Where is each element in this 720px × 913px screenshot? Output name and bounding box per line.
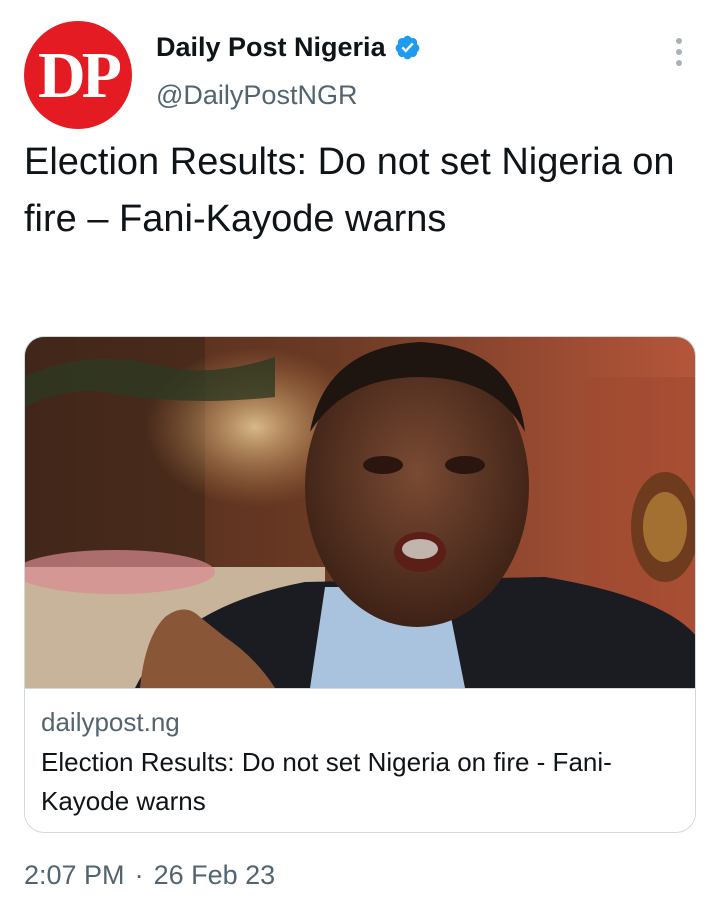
more-options-icon[interactable]: [664, 34, 694, 70]
card-domain: dailypost.ng: [41, 707, 180, 737]
tweet-text: Election Results: Do not set Nigeria on …: [24, 141, 675, 240]
tweet-timestamp[interactable]: 2:07 PM · 26 Feb 23: [24, 860, 275, 891]
card-thumbnail-image: [25, 337, 695, 688]
link-preview-card[interactable]: dailypost.ng Election Results: Do not se…: [24, 336, 696, 833]
verified-badge-icon: [395, 35, 419, 60]
tweet-time: 2:07 PM: [24, 860, 125, 890]
author-name-row: Daily Post Nigeria: [156, 32, 421, 63]
avatar-logo-text: DP: [38, 39, 122, 112]
tweet-date: 26 Feb 23: [153, 860, 276, 890]
avatar[interactable]: DP: [24, 21, 132, 129]
author-display-name[interactable]: Daily Post Nigeria: [156, 32, 386, 63]
card-divider: [25, 688, 695, 689]
more-dot: [676, 60, 682, 66]
more-dot: [676, 38, 682, 44]
more-dot: [676, 49, 682, 55]
timestamp-separator: ·: [134, 860, 144, 890]
card-title: Election Results: Do not set Nigeria on …: [41, 747, 612, 816]
author-handle[interactable]: @DailyPostNGR: [156, 80, 357, 111]
